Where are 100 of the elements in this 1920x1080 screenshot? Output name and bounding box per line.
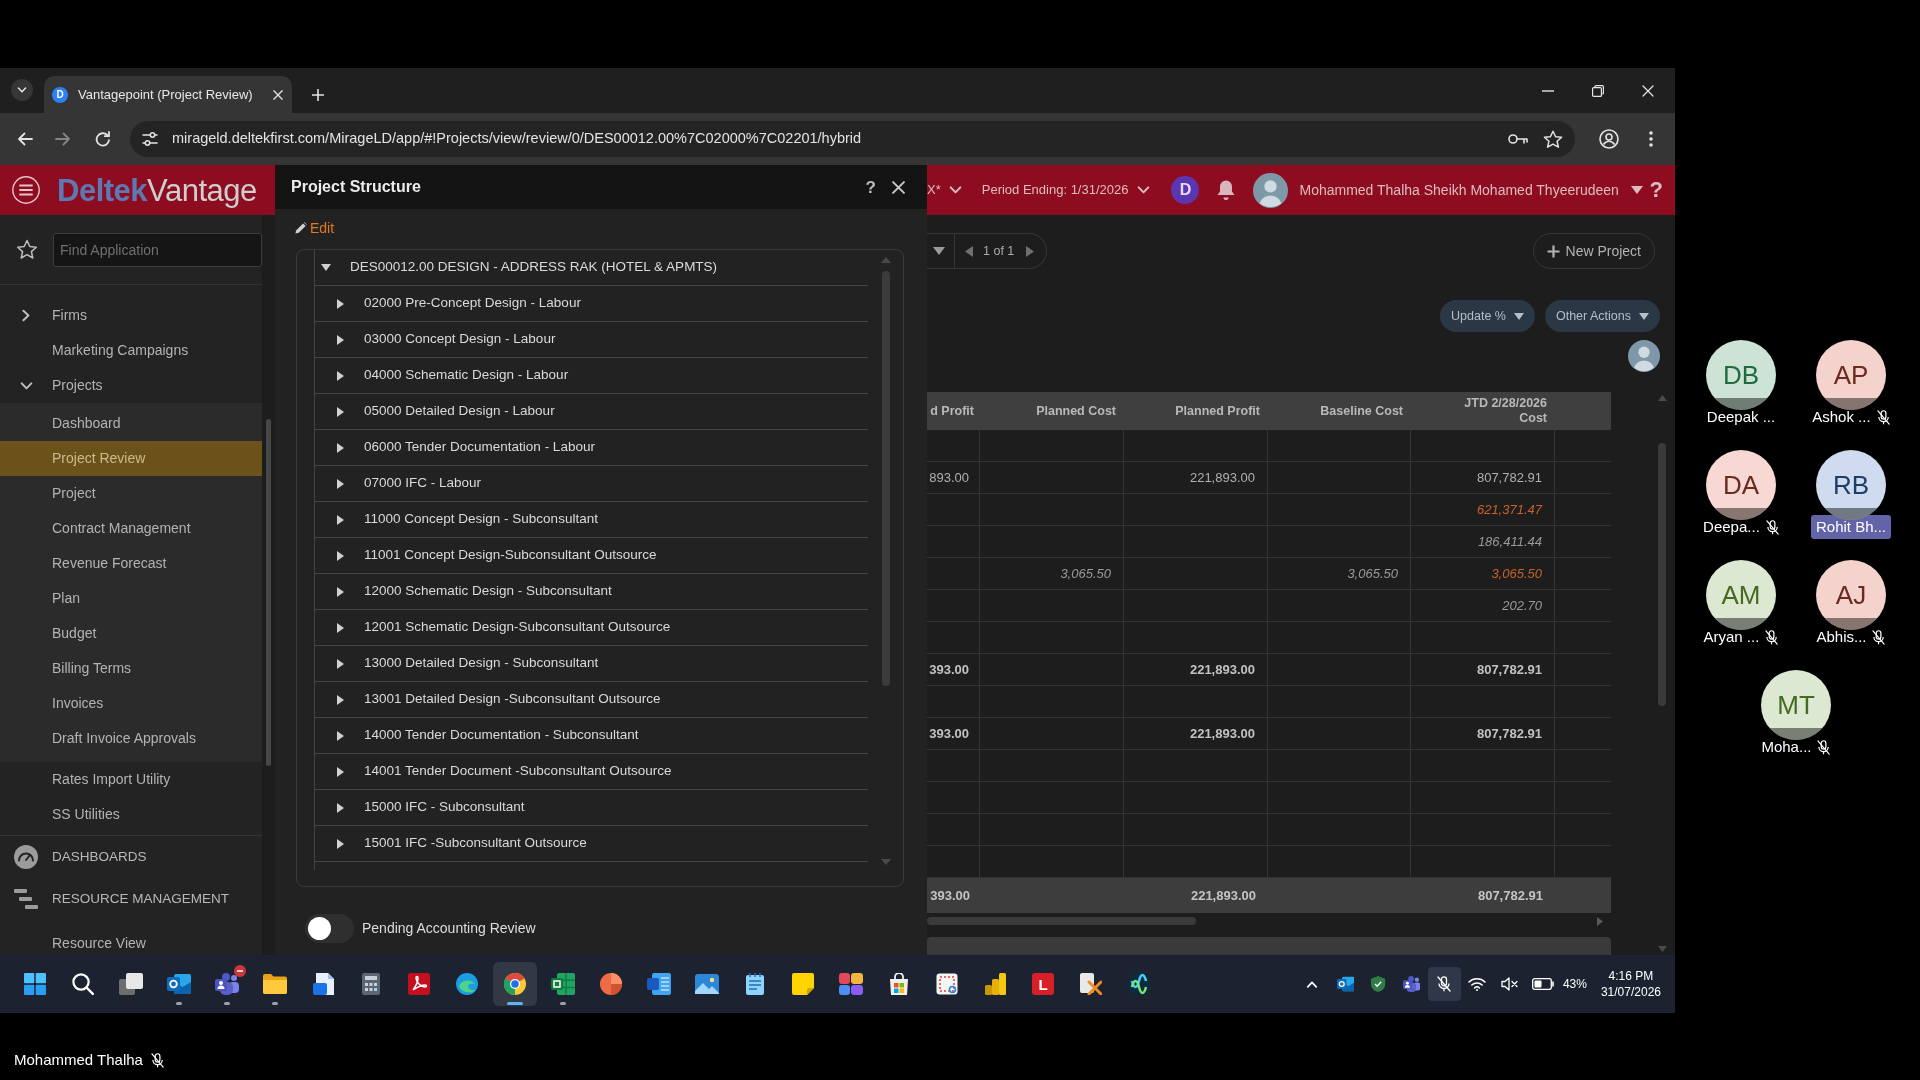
scrollbar-thumb[interactable]	[266, 419, 271, 766]
forward-arrow-icon[interactable]	[55, 132, 71, 146]
previous-page-icon[interactable]	[965, 245, 973, 257]
app-logo: DeltekVantage	[57, 174, 257, 206]
sidebar-item[interactable]: Firms	[0, 298, 262, 333]
next-page-icon[interactable]	[1026, 245, 1035, 257]
dropdown-caret-icon[interactable]	[933, 247, 945, 255]
sidebar-item[interactable]: Dashboard	[0, 406, 262, 441]
action-menu-button[interactable]: Other Actions	[1544, 300, 1660, 332]
assistant-button[interactable]: D	[1171, 176, 1200, 204]
presentation-icon	[600, 973, 622, 995]
tree-row[interactable]: 07000 IFC - Labour	[315, 466, 869, 502]
taskbar-button[interactable]	[493, 962, 537, 1006]
tree-row[interactable]: 12000 Schematic Design - Subconsultant	[315, 574, 869, 610]
address-bar[interactable]: mirageld.deltekfirst.com/MirageLD/app/#!Projects/view/review/0/DES00012.00%7C02000%7C02201/hybrid	[130, 121, 1575, 157]
dialog-title: Project Structure	[291, 177, 421, 197]
caret-down-icon	[1630, 186, 1643, 194]
scroll-right-icon[interactable]	[1597, 916, 1603, 926]
favorites-star-icon[interactable]	[16, 239, 38, 260]
sidebar-item[interactable]: Rates Import Utility	[0, 762, 262, 797]
calculator-icon	[362, 973, 380, 995]
scrollbar-thumb[interactable]	[1658, 443, 1666, 706]
tree-row[interactable]: 14000 Tender Documentation - Subconsultant	[315, 718, 869, 754]
tree-row[interactable]: 03000 Concept Design - Labour	[315, 322, 869, 358]
sidebar-section[interactable]: DASHBOARDS	[0, 836, 262, 878]
action-menu-button[interactable]: Update %	[1440, 300, 1535, 332]
restore-icon[interactable]	[1592, 84, 1604, 97]
tree-row[interactable]: 11000 Concept Design - Subconsultant	[315, 502, 869, 538]
table-cell-text: 3,065.50	[1491, 564, 1542, 583]
key-icon[interactable]	[1508, 133, 1528, 145]
taskbar-button[interactable]: L	[1021, 962, 1065, 1006]
sidebar-item[interactable]: Billing Terms	[0, 651, 262, 686]
table-cell-text: 186,411.44	[1477, 532, 1542, 551]
battery-percent: 43%	[1562, 976, 1587, 993]
tree-row[interactable]: 15000 IFC - Subconsultant	[315, 790, 869, 826]
period-selector[interactable]: Period Ending: 1/31/2026	[981, 180, 1151, 200]
total-cell-text: 221,893.00	[1190, 886, 1256, 905]
tree-row[interactable]: 06000 Tender Documentation - Labour	[315, 430, 869, 466]
help-button[interactable]: ?	[865, 178, 876, 196]
user-menu[interactable]: Mohammed Thalha Sheikh Mohamed Thyeerudeen	[1299, 179, 1643, 201]
bookmark-star-icon[interactable]	[1543, 129, 1563, 149]
clock[interactable]: 4:16 PM 31/07/2026	[1600, 968, 1661, 1000]
tab-list-button[interactable]	[11, 79, 33, 101]
edit-link[interactable]: Edit	[295, 217, 335, 239]
tree-row[interactable]: DES00012.00 DESIGN - ADDRESS RAK (HOTEL & APMTS)	[315, 250, 869, 286]
sidebar-item[interactable]: Project	[0, 476, 262, 511]
company-selector[interactable]: X*	[927, 180, 962, 200]
profile-icon[interactable]	[1599, 129, 1619, 149]
sidebar-item[interactable]: SS Utilities	[0, 797, 262, 832]
sidebar-item[interactable]: Resource View	[0, 926, 262, 955]
tree-row[interactable]: 15001 IFC -Subconsultant Outsource	[315, 826, 869, 862]
user-avatar-icon[interactable]	[1628, 340, 1660, 372]
tree-row[interactable]: 14001 Tender Document -Subconsultant Outsource	[315, 754, 869, 790]
menu-icon[interactable]	[12, 176, 40, 204]
tree-row[interactable]: 05000 Detailed Design - Labour	[315, 394, 869, 430]
sidebar-item[interactable]: Draft Invoice Approvals	[0, 721, 262, 756]
sidebar-item[interactable]: Marketing Campaigns	[0, 333, 262, 368]
bell-icon[interactable]	[1216, 179, 1237, 201]
table-cell-text: 393.00	[929, 660, 969, 679]
tree-row[interactable]: 02000 Pre-Concept Design - Labour	[315, 286, 869, 322]
site-favicon: D	[52, 86, 68, 103]
sidebar-item[interactable]: Invoices	[0, 686, 262, 721]
back-arrow-icon[interactable]	[17, 132, 33, 146]
reload-icon[interactable]	[95, 131, 111, 147]
sidebar-section[interactable]: RESOURCE MANAGEMENT	[0, 878, 262, 920]
tree-row[interactable]: 12001 Schematic Design-Subconsultant Outsource	[315, 610, 869, 646]
sidebar-item[interactable]: Budget	[0, 616, 262, 651]
site-settings-icon[interactable]	[142, 132, 158, 146]
participant-avatar: AP	[1816, 340, 1886, 410]
table-cell-text: 807,782.91	[1476, 724, 1542, 743]
tree-row[interactable]: 13000 Detailed Design - Subconsultant	[315, 646, 869, 682]
scrollbar-thumb[interactable]	[927, 917, 1196, 925]
table-cell-text: 221,893.00	[1189, 660, 1255, 679]
stacked-bars-icon	[14, 889, 38, 909]
sidebar-item[interactable]: Revenue Forecast	[0, 546, 262, 581]
browser-tab[interactable]: D Vantagepoint (Project Review)	[44, 76, 292, 113]
minimize-icon[interactable]	[1542, 89, 1554, 92]
sidebar-item[interactable]: Contract Management	[0, 511, 262, 546]
tree-row[interactable]: 04000 Schematic Design - Labour	[315, 358, 869, 394]
close-window-icon[interactable]	[1642, 84, 1654, 97]
user-avatar-icon[interactable]	[1253, 172, 1289, 208]
tree-row[interactable]: 11001 Concept Design-Subconsultant Outsource	[315, 538, 869, 574]
new-tab-icon[interactable]	[312, 89, 324, 101]
tree-row[interactable]: 13001 Detailed Design -Subconsultant Outsource	[315, 682, 869, 718]
sidebar-item[interactable]: Plan	[0, 581, 262, 616]
more-options-icon[interactable]	[1649, 131, 1653, 147]
column-header: Planned Cost	[1036, 403, 1116, 419]
sidebar-item[interactable]: Project Review	[0, 441, 262, 476]
search-field[interactable]: Find Application	[53, 232, 262, 267]
scrollbar-thumb[interactable]	[881, 271, 890, 686]
help-button[interactable]: ?	[1649, 179, 1663, 201]
close-icon[interactable]	[892, 180, 905, 194]
shopping-bag-icon	[888, 973, 910, 995]
toggle-switch[interactable]	[305, 914, 354, 943]
people-app-icon	[215, 973, 239, 995]
spreadsheet-icon	[551, 973, 575, 995]
start-icon	[24, 973, 46, 995]
close-tab-icon[interactable]	[273, 89, 283, 100]
sidebar-item[interactable]: Projects	[0, 368, 262, 403]
tray-button[interactable]	[1427, 967, 1461, 1001]
